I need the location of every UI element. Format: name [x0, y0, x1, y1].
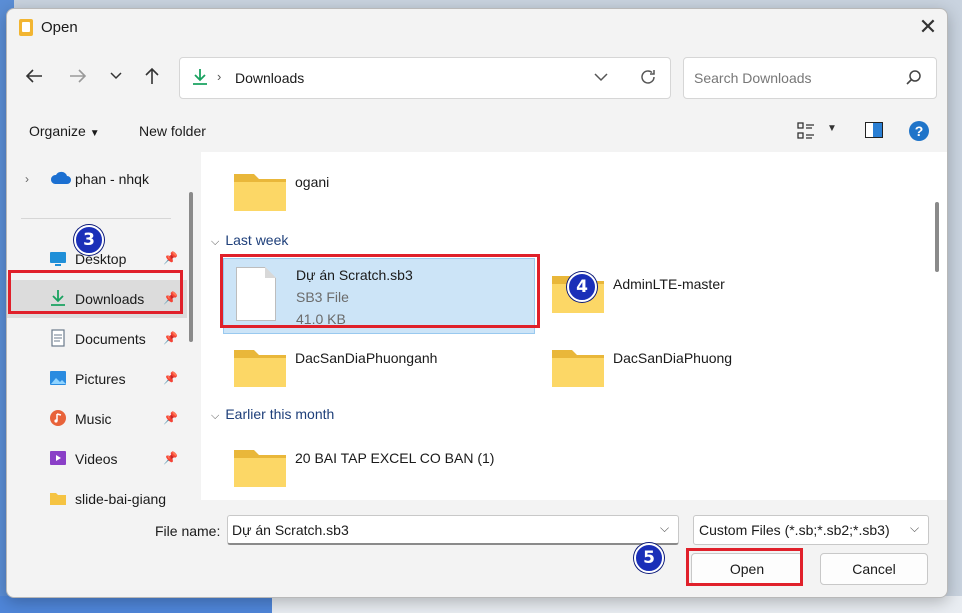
close-icon[interactable]: ✕	[917, 15, 939, 39]
organize-button[interactable]: Organize ▼	[29, 123, 100, 139]
organize-label: Organize	[29, 123, 86, 139]
file-name-label: File name:	[155, 523, 221, 539]
documents-icon	[49, 329, 67, 347]
app-icon	[19, 19, 33, 36]
sidebar-item-label: slide-bai-giang	[75, 491, 167, 507]
breadcrumb-downloads[interactable]: Downloads	[235, 70, 304, 86]
pin-icon: 📌	[163, 411, 178, 425]
file-list: ogani ⌵ Last week Dự án Scratch.sb3 SB3 F…	[201, 152, 947, 500]
sidebar-item-label: Music	[75, 411, 112, 427]
pin-icon: 📌	[163, 251, 178, 265]
sidebar-item-documents[interactable]: Documents 📌	[7, 320, 187, 358]
sidebar-item-slide-bai-giang[interactable]: slide-bai-giang	[7, 480, 187, 518]
sidebar-item-music[interactable]: Music 📌	[7, 400, 187, 438]
pin-icon: 📌	[163, 291, 178, 305]
file-name-value: Dự án Scratch.sb3	[232, 522, 349, 538]
file-name-dropdown-icon[interactable]: ⌵	[660, 521, 669, 536]
open-dialog: Open ✕ › Downloads Search Downloads Orga…	[6, 8, 948, 598]
navigation-pane: › phan - nhqk Desktop 📌 Downloads 📌 Docu…	[7, 152, 201, 507]
title-bar: Open ✕	[7, 9, 947, 47]
address-bar[interactable]: › Downloads	[179, 57, 671, 99]
file-name-field[interactable]: Dự án Scratch.sb3 ⌵	[227, 515, 679, 545]
sidebar-item-label: Documents	[75, 331, 146, 347]
pin-icon: 📌	[163, 331, 178, 345]
collapse-chevron-icon: ⌵	[211, 410, 220, 422]
search-placeholder: Search Downloads	[694, 70, 812, 86]
pin-icon: 📌	[163, 451, 178, 465]
file-list-scrollbar[interactable]	[935, 202, 939, 272]
folder-name: DacSanDiaPhuonganh	[295, 350, 438, 366]
download-icon	[192, 68, 208, 89]
folder-item[interactable]: ogani	[233, 164, 433, 214]
folder-name: ogani	[295, 174, 330, 190]
new-folder-button[interactable]: New folder	[139, 123, 206, 139]
file-name: Dự án Scratch.sb3	[296, 267, 413, 283]
folder-name: 20 BAI TAP EXCEL CO BAN (1)	[295, 450, 495, 466]
up-arrow-icon[interactable]	[141, 65, 163, 87]
file-icon	[236, 267, 276, 321]
file-type: SB3 File	[296, 289, 349, 305]
forward-arrow-icon[interactable]	[67, 65, 89, 87]
file-type-filter-select[interactable]: Custom Files (*.sb;*.sb2;*.sb3) ⌵	[693, 515, 929, 545]
group-header-last-week[interactable]: ⌵ Last week	[211, 232, 288, 249]
organize-dropdown-icon: ▼	[89, 128, 100, 139]
breadcrumb-chevron-icon[interactable]: ›	[217, 69, 221, 84]
folder-icon	[49, 489, 67, 507]
preview-pane-icon[interactable]	[865, 122, 883, 138]
view-dropdown-icon[interactable]: ▼	[827, 123, 837, 134]
cancel-button[interactable]: Cancel	[820, 553, 928, 585]
address-dropdown-icon[interactable]	[594, 67, 608, 90]
download-icon	[49, 289, 67, 307]
music-icon	[49, 409, 67, 427]
step-badge-4: 4	[567, 272, 597, 302]
open-button[interactable]: Open	[691, 553, 803, 585]
expand-chevron-icon[interactable]: ›	[25, 172, 29, 186]
refresh-icon[interactable]	[639, 67, 657, 92]
file-size: 41.0 KB	[296, 311, 346, 327]
collapse-chevron-icon: ⌵	[211, 236, 220, 248]
filter-dropdown-icon: ⌵	[910, 521, 920, 535]
folder-icon	[233, 170, 287, 215]
pictures-icon	[49, 369, 67, 387]
onedrive-cloud-icon	[49, 171, 71, 188]
desktop-icon	[49, 249, 67, 267]
videos-icon	[49, 449, 67, 467]
search-input[interactable]: Search Downloads	[683, 57, 937, 99]
sidebar-item-videos[interactable]: Videos 📌	[7, 440, 187, 478]
folder-item[interactable]: 20 BAI TAP EXCEL CO BAN (1)	[233, 440, 553, 490]
folder-item[interactable]: DacSanDiaPhuonganh	[233, 340, 493, 390]
pin-icon: 📌	[163, 371, 178, 385]
recent-locations-chevron-icon[interactable]	[105, 65, 127, 87]
sidebar-divider	[21, 218, 171, 219]
file-type-filter-value: Custom Files (*.sb;*.sb2;*.sb3)	[699, 522, 890, 538]
background-app-bottom-accent	[0, 596, 272, 613]
step-badge-3: 3	[74, 225, 104, 255]
group-header-label: Earlier this month	[225, 406, 335, 422]
folder-item[interactable]: DacSanDiaPhuong	[551, 340, 811, 390]
search-icon[interactable]	[906, 69, 922, 90]
window-title: Open	[41, 19, 78, 36]
back-arrow-icon[interactable]	[23, 65, 45, 87]
sidebar-item-label: Videos	[75, 451, 118, 467]
folder-name: AdminLTE-master	[613, 276, 725, 292]
sidebar-item-label: Pictures	[75, 371, 126, 387]
sidebar-item-pictures[interactable]: Pictures 📌	[7, 360, 187, 398]
sidebar-item-onedrive[interactable]: phan - nhqk	[75, 171, 149, 187]
folder-icon	[551, 346, 605, 391]
step-badge-5: 5	[634, 543, 664, 573]
sidebar-scrollbar[interactable]	[189, 192, 193, 342]
group-header-label: Last week	[225, 232, 289, 248]
view-options-icon[interactable]	[797, 122, 815, 143]
sidebar-item-label: Downloads	[75, 291, 145, 307]
group-header-earlier-this-month[interactable]: ⌵ Earlier this month	[211, 406, 334, 423]
folder-icon	[233, 446, 287, 491]
folder-icon	[233, 346, 287, 391]
folder-name: DacSanDiaPhuong	[613, 350, 733, 366]
sidebar-item-downloads[interactable]: Downloads 📌	[7, 280, 187, 318]
selected-file-item[interactable]: Dự án Scratch.sb3 SB3 File 41.0 KB	[223, 258, 535, 334]
help-icon[interactable]: ?	[909, 121, 929, 141]
